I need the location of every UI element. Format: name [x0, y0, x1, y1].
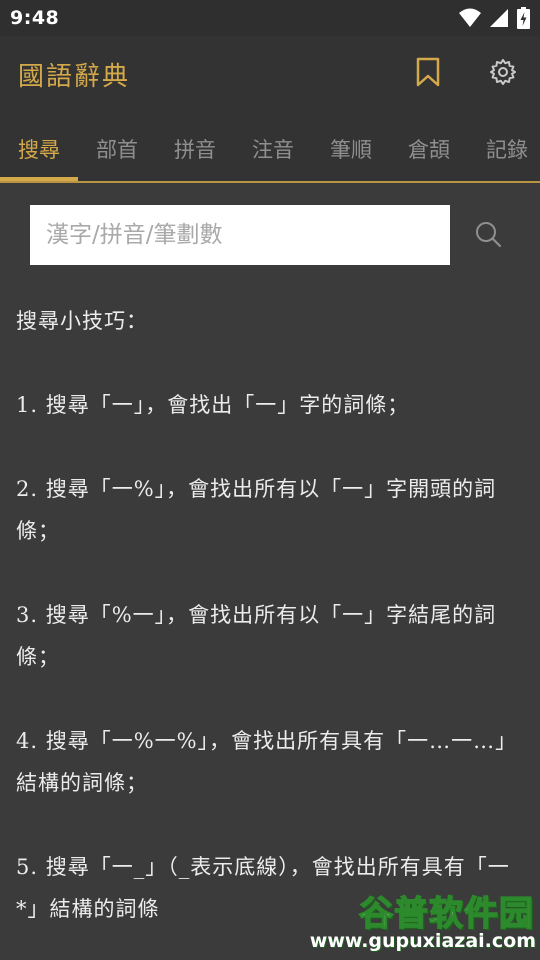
status-time: 9:48	[10, 7, 60, 29]
app-title: 國語辭典	[18, 62, 131, 92]
bookmark-icon	[416, 57, 440, 91]
settings-button[interactable]	[487, 58, 519, 90]
tab-cangjie[interactable]: 倉頡	[408, 134, 450, 164]
tip-item: 4. 搜尋「一%一%」，會找出所有具有「一…一…」結構的詞條；	[16, 729, 518, 795]
tab-zhuyin[interactable]: 注音	[252, 134, 294, 164]
tab-radical[interactable]: 部首	[96, 134, 138, 164]
search-tips: 搜尋小技巧： 1. 搜尋「一」，會找出「一」字的詞條； 2. 搜尋「一%」，會找…	[16, 300, 528, 930]
status-bar: 9:48	[0, 0, 540, 36]
watermark-brand: 谷普软件园	[358, 893, 534, 935]
tab-pinyin[interactable]: 拼音	[174, 134, 216, 164]
app-screen: 9:48 國語辭典 搜尋 部首 拼音 注音 筆順 倉頡 記錄 漢字/拼音/筆劃數…	[0, 0, 540, 960]
watermark: 谷普软件园 www.gupuxiazai.com	[296, 886, 540, 960]
search-icon	[474, 220, 502, 252]
tab-stroke-order[interactable]: 筆順	[330, 134, 372, 164]
tab-bar: 搜尋 部首 拼音 注音 筆順 倉頡 記錄	[0, 114, 540, 182]
cellular-signal-icon	[489, 8, 509, 32]
search-button[interactable]	[470, 218, 506, 254]
battery-charging-icon	[517, 7, 530, 33]
bookmark-button[interactable]	[412, 57, 444, 91]
search-input[interactable]	[30, 205, 450, 265]
settings-gear-icon	[489, 58, 517, 90]
app-bar: 國語辭典	[0, 36, 540, 114]
tips-heading: 搜尋小技巧：	[16, 309, 148, 333]
tab-search[interactable]: 搜尋	[18, 134, 60, 164]
tip-item: 1. 搜尋「一」，會找出「一」字的詞條；	[16, 393, 410, 417]
tip-item: 2. 搜尋「一%」，會找出所有以「一」字開頭的詞條；	[16, 477, 497, 543]
wifi-icon	[459, 8, 481, 32]
watermark-url: www.gupuxiazai.com	[309, 930, 536, 952]
status-icons	[459, 7, 530, 33]
tip-item: 3. 搜尋「%一」，會找出所有以「一」字結尾的詞條；	[16, 603, 497, 669]
tab-history[interactable]: 記錄	[486, 134, 528, 164]
tab-divider	[0, 181, 540, 183]
